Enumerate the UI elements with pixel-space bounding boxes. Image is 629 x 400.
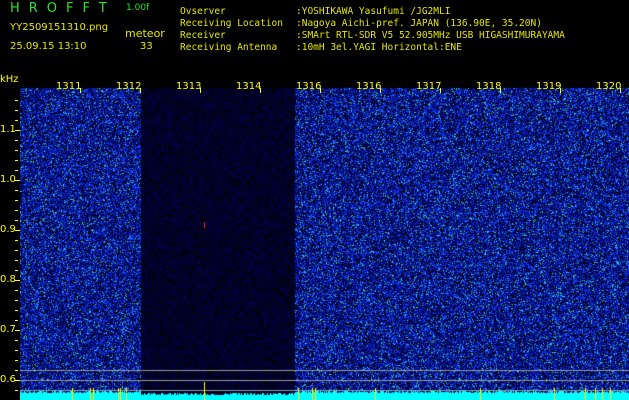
time-tick	[15, 360, 18, 361]
time-tick	[15, 290, 18, 291]
time-tick	[15, 130, 20, 131]
time-tick	[15, 260, 18, 261]
time-label: 0.8	[0, 274, 16, 285]
hrofft-window: HROFFT 1.00f YY2509151310.png 25.09.15 1…	[0, 0, 629, 400]
mode-label: meteor	[125, 27, 165, 40]
freq-label: 1319	[536, 81, 562, 92]
time-tick	[15, 200, 18, 201]
time-tick	[15, 350, 18, 351]
freq-label: 1316	[356, 81, 382, 92]
time-tick	[15, 120, 18, 121]
time-tick	[15, 380, 20, 381]
datetime: 25.09.15 13:10	[10, 41, 87, 52]
freq-tick	[80, 88, 81, 93]
freq-tick	[560, 88, 561, 93]
info-observer: Ovserver:YOSHIKAWA Yasufumi /JG2MLI	[180, 6, 451, 17]
freq-tick	[620, 88, 621, 93]
time-tick	[15, 170, 18, 171]
info-location: Receiving Location:Nagoya Aichi-pref. JA…	[180, 18, 542, 29]
filename: YY2509151310.png	[10, 22, 109, 33]
freq-tick	[260, 88, 261, 93]
freq-tick	[380, 88, 381, 93]
freq-label: 1312	[116, 81, 142, 92]
time-tick	[15, 190, 18, 191]
time-tick	[15, 210, 18, 211]
time-label: 1.0	[0, 174, 16, 185]
spectrogram	[20, 82, 629, 400]
freq-label: 1320	[596, 81, 622, 92]
freq-label: 1313	[176, 81, 202, 92]
time-label: 0.9	[0, 224, 16, 235]
time-tick	[15, 320, 18, 321]
app-logo: HROFFT	[10, 1, 116, 16]
time-tick	[15, 110, 18, 111]
freq-tick	[440, 88, 441, 93]
time-tick	[15, 300, 18, 301]
freq-tick	[140, 88, 141, 93]
freq-label: 1314	[236, 81, 262, 92]
time-tick	[15, 230, 20, 231]
time-tick	[15, 160, 18, 161]
info-antenna: Receiving Antenna:10mH 3el.YAGI Horizont…	[180, 42, 462, 53]
time-tick	[15, 140, 18, 141]
freq-tick	[200, 88, 201, 93]
time-label: 0.7	[0, 324, 16, 335]
time-tick	[15, 180, 20, 181]
time-tick	[15, 280, 20, 281]
time-tick	[15, 340, 18, 341]
freq-label: 1316	[296, 81, 322, 92]
time-label: 1.1	[0, 124, 16, 135]
freq-tick	[320, 88, 321, 93]
time-label: 0.6	[0, 374, 16, 385]
time-tick	[15, 100, 18, 101]
freq-label: 1317	[416, 81, 442, 92]
time-tick	[15, 390, 18, 391]
meteor-count: 33	[140, 41, 153, 52]
time-tick	[15, 330, 20, 331]
time-tick	[15, 250, 18, 251]
time-tick	[15, 220, 18, 221]
time-tick	[15, 270, 18, 271]
freq-label: 1311	[56, 81, 82, 92]
time-tick	[15, 240, 18, 241]
unit-label: kHz	[0, 74, 19, 85]
time-tick	[15, 150, 18, 151]
info-receiver: Receiver:SMArt RTL-SDR V5 52.905MHz USB …	[180, 30, 565, 41]
freq-label: 1318	[476, 81, 502, 92]
time-tick	[15, 310, 18, 311]
version: 1.00f	[126, 3, 150, 13]
time-tick	[15, 370, 18, 371]
freq-tick	[500, 88, 501, 93]
